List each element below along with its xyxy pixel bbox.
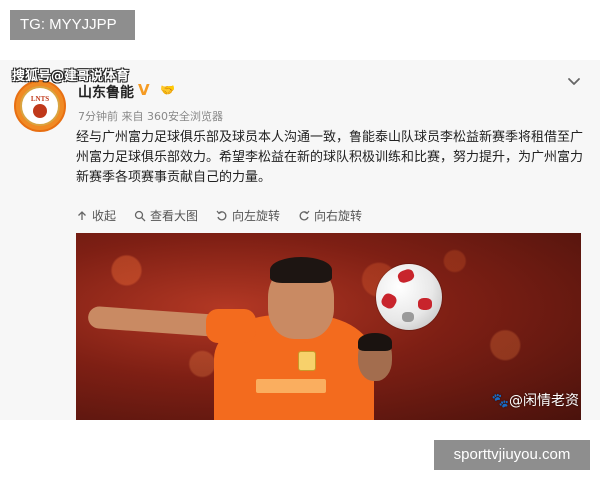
club-logo-icon: LNTS [20, 86, 60, 126]
emoji-sticker-icon: 🤝 [160, 83, 175, 97]
rotate-right-icon [299, 210, 310, 220]
rotate-right-button[interactable]: 向右旋转 [298, 207, 362, 224]
soccer-ball-icon [376, 264, 442, 330]
view-large-label: 查看大图 [150, 209, 199, 223]
collapse-button[interactable]: 收起 [76, 207, 116, 224]
view-large-button[interactable]: 查看大图 [134, 207, 198, 224]
image-toolbar: 收起 查看大图 向左旋转 向右旋转 [76, 207, 362, 224]
rotate-left-button[interactable]: 向左旋转 [216, 207, 280, 224]
post-content: 经与广州富力足球俱乐部及球员本人沟通一致，鲁能泰山队球员李松益新赛季将租借至广州… [76, 130, 584, 185]
tg-label: TG: MYYJJPP [10, 10, 135, 40]
rotate-right-label: 向右旋转 [314, 209, 363, 223]
jersey-crest-icon [298, 351, 316, 371]
rotate-left-label: 向左旋转 [232, 209, 281, 223]
collapse-label: 收起 [92, 209, 117, 223]
post-photo[interactable]: 🐾@闲情老资 [76, 233, 581, 420]
chevron-down-icon[interactable] [566, 73, 582, 89]
photo-watermark: 🐾@闲情老资 [491, 393, 579, 409]
weibo-post-card: LNTS 搜狐号@建哥说体育 山东鲁能 V 🤝 7分钟前 来自 360安全浏览器… [0, 60, 600, 420]
magnifier-icon [134, 210, 146, 221]
username-link[interactable]: 山东鲁能 [78, 82, 134, 102]
site-label: sporttvjiuyou.com [434, 440, 590, 470]
avatar[interactable]: LNTS [14, 80, 66, 132]
post-meta: 7分钟前 来自 360安全浏览器 [78, 110, 223, 123]
verified-v-icon: V [138, 81, 150, 99]
arrow-up-icon [78, 210, 86, 220]
rotate-left-icon [216, 210, 227, 220]
